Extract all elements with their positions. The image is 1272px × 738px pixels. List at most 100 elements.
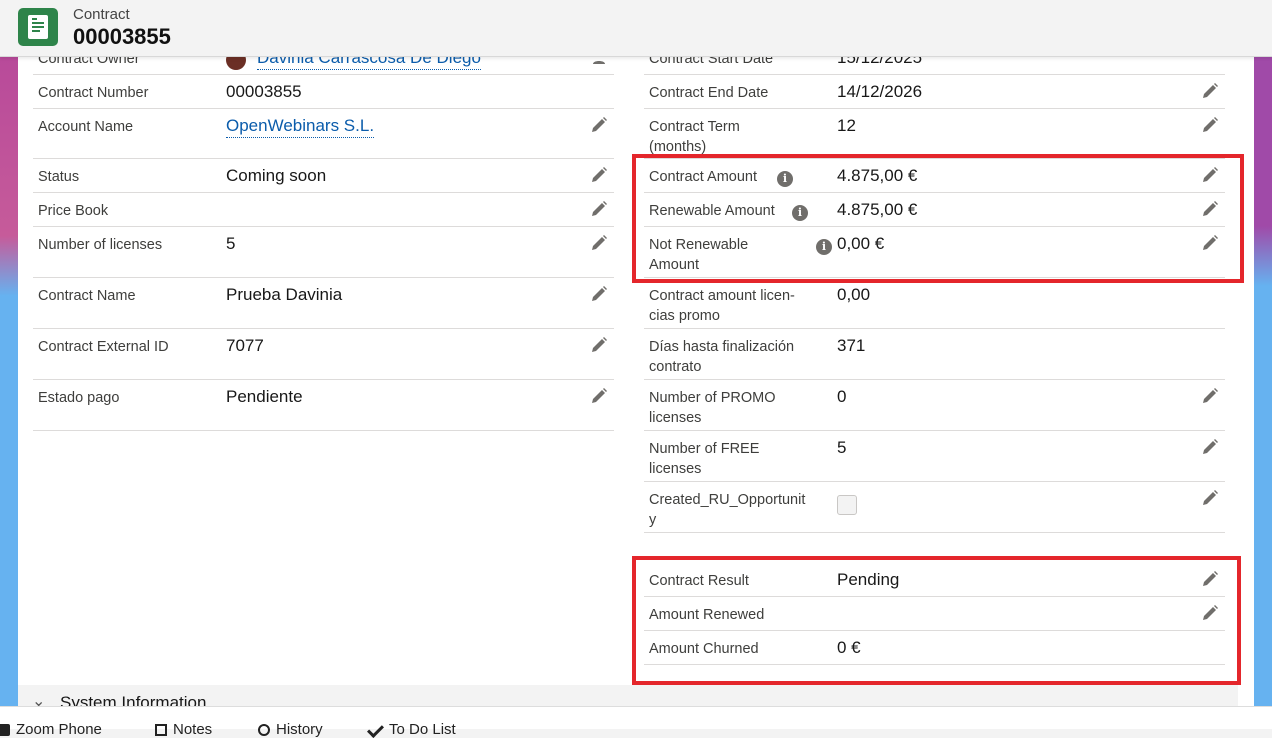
field-estado-pago: Estado pago Pendiente [33, 379, 614, 431]
pencil-icon[interactable] [1201, 570, 1219, 588]
field-label: Status [38, 169, 80, 185]
change-owner-icon[interactable] [590, 56, 608, 66]
pencil-icon[interactable] [590, 336, 608, 354]
owner-avatar [226, 56, 246, 70]
field-value: Prueba Davinia [226, 285, 343, 304]
field-value: 0 [837, 387, 847, 406]
field-value-link[interactable]: Davinia Carrascosa De Diego [257, 56, 481, 70]
field-label: Contract External ID [38, 339, 169, 355]
field-contract-start-date: Contract Start Date 15/12/2025 [644, 56, 1225, 75]
field-value: 00003855 [226, 82, 302, 101]
field-renewable-amount: Renewable Amount i 4.875,00 € [644, 192, 1225, 227]
field-amount-renewed: Amount Renewed [644, 596, 1225, 631]
field-label: Estado pago [38, 390, 120, 406]
field-value: Pending [837, 570, 900, 589]
field-number-of-licenses: Number of licenses 5 [33, 226, 614, 278]
field-label: Number of PROMO licenses [649, 390, 776, 426]
field-value: 0,00 € [837, 234, 885, 253]
field-label: Price Book [38, 203, 109, 219]
field-value: 371 [837, 336, 866, 355]
field-value: Coming soon [226, 166, 327, 185]
pencil-icon[interactable] [1201, 166, 1219, 184]
field-label: Contract Amount [649, 169, 757, 185]
field-dias-hasta-finalizacion: Días hasta finalización contrato 371 [644, 328, 1225, 380]
pencil-icon[interactable] [1201, 604, 1219, 622]
account-link[interactable]: OpenWebinars S.L. [226, 115, 375, 138]
pencil-icon[interactable] [590, 116, 608, 134]
field-number-of-free-licenses: Number of FREE licenses 5 [644, 430, 1225, 482]
created-ru-opportunity-checkbox[interactable] [837, 495, 857, 515]
contract-object-icon [18, 8, 58, 46]
checklist-icon [367, 721, 384, 738]
pencil-icon[interactable] [590, 200, 608, 218]
record-header: Contract 00003855 [0, 0, 1272, 57]
info-icon[interactable]: i [816, 239, 832, 255]
pencil-icon[interactable] [1201, 489, 1219, 507]
pencil-icon[interactable] [590, 166, 608, 184]
field-label: Contract Name [38, 288, 136, 304]
field-label: Account Name [38, 119, 134, 135]
field-value: 12 [837, 116, 856, 135]
field-label: Contract Start Date [649, 56, 774, 67]
utility-label: Notes [173, 721, 213, 738]
phone-icon [0, 723, 10, 736]
field-label: Amount Churned [649, 641, 759, 657]
field-contract-amount-licencias-promo: Contract amount licen-cias promo 0,00 [644, 277, 1225, 329]
chevron-down-icon[interactable]: ⌄ [32, 691, 45, 706]
utility-bar: Zoom Phone Notes History To Do List [0, 706, 1272, 738]
pencil-icon[interactable] [1201, 82, 1219, 100]
pencil-icon[interactable] [590, 285, 608, 303]
pencil-icon[interactable] [1201, 387, 1219, 405]
info-icon[interactable]: i [792, 205, 808, 221]
field-label: Created_RU_Opportunity [649, 492, 806, 528]
field-label: Number of FREE licenses [649, 441, 760, 477]
field-contract-term: Contract Term (months) 12 [644, 108, 1225, 159]
field-label: Contract Number [38, 85, 149, 101]
utility-label: Zoom Phone [16, 721, 102, 738]
field-label: Contract End Date [649, 85, 769, 101]
history-icon [258, 723, 270, 736]
field-value: 4.875,00 € [837, 200, 918, 219]
field-value: 15/12/2025 [837, 56, 923, 67]
field-label: Contract amount licen-cias promo [649, 288, 795, 324]
pencil-icon[interactable] [590, 234, 608, 252]
field-value: 5 [226, 234, 236, 253]
field-label: Días hasta finalización contrato [649, 339, 795, 375]
left-accent-bar [0, 56, 18, 706]
field-contract-end-date: Contract End Date 14/12/2026 [644, 74, 1225, 109]
record-title: 00003855 [73, 24, 171, 49]
system-information-section[interactable]: ⌄ System Information [18, 685, 1238, 706]
field-label: Contract Result [649, 573, 749, 589]
utility-item-to-do-list[interactable]: To Do List [367, 721, 456, 738]
field-value: 0,00 [837, 285, 871, 304]
object-type-label: Contract [73, 6, 130, 23]
utility-item-zoom-phone[interactable]: Zoom Phone [0, 721, 102, 738]
pencil-icon[interactable] [590, 387, 608, 405]
field-label: Renewable Amount [649, 203, 775, 219]
pencil-icon[interactable] [1201, 234, 1219, 252]
field-status: Status Coming soon [33, 158, 614, 193]
utility-item-history[interactable]: History [258, 721, 323, 738]
pencil-icon[interactable] [1201, 438, 1219, 456]
field-contract-owner: Contract Owner Davinia Carrascosa De Die… [33, 56, 614, 75]
info-icon[interactable]: i [777, 171, 793, 187]
field-value: 14/12/2026 [837, 82, 923, 101]
field-label: Contract Term (months) [649, 119, 740, 155]
field-amount-churned: Amount Churned 0 € [644, 630, 1225, 665]
utility-label: To Do List [389, 721, 456, 738]
right-accent-bar [1254, 56, 1272, 706]
pencil-icon[interactable] [1201, 116, 1219, 134]
field-contract-amount: Contract Amount i 4.875,00 € [644, 158, 1225, 193]
pencil-icon[interactable] [1201, 200, 1219, 218]
utility-item-notes[interactable]: Notes [155, 721, 212, 738]
field-contract-number: Contract Number 00003855 [33, 74, 614, 109]
field-label: Contract Owner [38, 56, 140, 67]
field-contract-result: Contract Result Pending [644, 562, 1225, 597]
field-value: 4.875,00 € [837, 166, 918, 185]
field-label: Number of licenses [38, 237, 163, 253]
section-title: System Information [60, 693, 207, 706]
field-label: Not Renewable Amount [649, 237, 749, 273]
field-contract-name: Contract Name Prueba Davinia [33, 277, 614, 329]
field-value: Pendiente [226, 387, 303, 406]
field-number-of-promo-licenses: Number of PROMO licenses 0 [644, 379, 1225, 431]
